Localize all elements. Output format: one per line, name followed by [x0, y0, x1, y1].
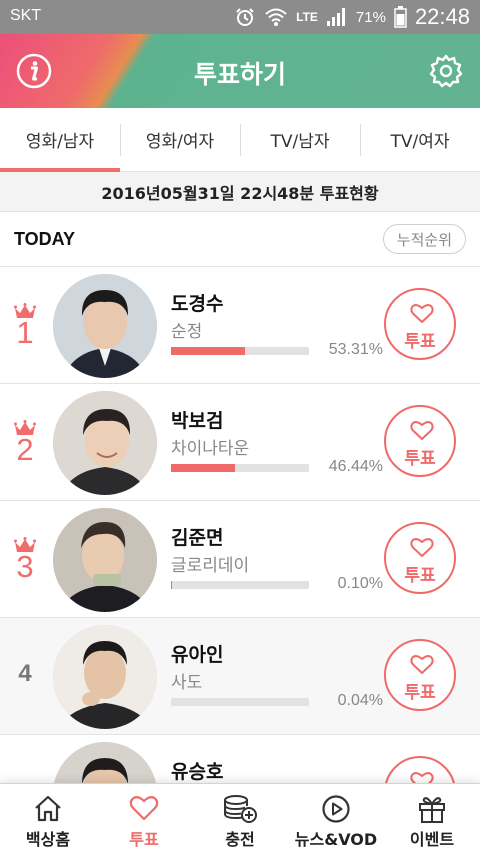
nav-vote[interactable]: 투표 [96, 784, 192, 853]
battery-percent: 71% [355, 8, 386, 26]
vote-share-fill [171, 464, 236, 472]
nav-event-label: 이벤트 [409, 830, 455, 849]
vote-percent: 46.44% [328, 458, 383, 475]
nominee-name: 유승호 [171, 761, 224, 783]
vote-button[interactable]: 투표 [384, 405, 456, 477]
battery-icon [394, 6, 407, 28]
heart-icon [129, 796, 159, 821]
nominee-name: 김준면 [171, 527, 224, 549]
lte-label: LTE [296, 10, 318, 24]
tab-tv-female[interactable]: TV/여자 [360, 108, 480, 171]
nav-vote-label: 투표 [129, 830, 159, 849]
coins-plus-icon [224, 795, 257, 823]
vote-percent: 53.31% [328, 341, 383, 358]
status-bar: SKT LTE 71% 22:48 [0, 0, 480, 34]
vote-button-label: 투표 [404, 449, 436, 469]
rank-number: 4 [18, 660, 32, 687]
vote-button-label: 투표 [404, 566, 436, 586]
ranking-row: 1 도경수 순정 53.31% 투표 [0, 267, 480, 384]
cumulative-ranking-button[interactable]: 누적순위 [382, 224, 466, 254]
page-title: 투표하기 [193, 60, 286, 89]
nav-charge[interactable]: 충전 [192, 784, 288, 853]
vote-share-bar [171, 581, 309, 589]
clock: 22:48 [414, 4, 470, 29]
app-header: 투표하기 [0, 34, 480, 108]
nav-news-vod[interactable]: 뉴스&VOD [288, 784, 384, 853]
home-icon [35, 795, 61, 822]
nav-charge-label: 충전 [225, 830, 255, 849]
status-icons: LTE 71% 22:48 [234, 4, 470, 30]
category-tabs: 영화/남자 영화/여자 TV/남자 TV/여자 [0, 108, 480, 172]
vote-share-bar [171, 347, 309, 355]
vote-button-label: 투표 [404, 683, 436, 703]
heart-icon [410, 655, 434, 674]
nominee-name: 박보검 [171, 410, 224, 432]
heart-icon [410, 538, 434, 557]
ranking-row: 3 김준면 글로리데이 0.10% 투표 [0, 501, 480, 618]
vote-percent: 0.10% [337, 575, 383, 592]
tab-movie-male[interactable]: 영화/남자 [0, 108, 120, 172]
nav-news-vod-label: 뉴스&VOD [294, 830, 378, 849]
ranking-list: 1 도경수 순정 53.31% 투표 2 박보검 차이나타운 46.44% 투표… [0, 267, 480, 852]
vote-share-bar [171, 464, 309, 472]
nominee-work: 차이나타운 [171, 439, 250, 459]
heart-icon [410, 304, 434, 323]
gear-icon [429, 54, 463, 88]
vote-button[interactable]: 투표 [384, 639, 456, 711]
rank-number: 2 [16, 432, 34, 467]
nominee-work: 순정 [171, 322, 203, 342]
vote-button-label: 투표 [404, 332, 436, 352]
avatar[interactable] [53, 508, 157, 612]
bottom-navigation: 백상홈 투표 충전 뉴스&VOD 이벤트 [0, 783, 480, 853]
avatar[interactable] [53, 391, 157, 495]
ranking-row: 4 유아인 사도 0.04% 투표 [0, 618, 480, 735]
settings-button[interactable] [428, 53, 464, 89]
avatar[interactable] [53, 274, 157, 378]
nav-home[interactable]: 백상홈 [0, 784, 96, 853]
gift-icon [419, 797, 445, 823]
vote-button[interactable]: 투표 [384, 288, 456, 360]
nominee-work: 사도 [171, 673, 203, 693]
vote-button[interactable]: 투표 [384, 522, 456, 594]
nominee-name: 도경수 [171, 293, 224, 315]
vote-share-fill [171, 347, 245, 355]
nav-event[interactable]: 이벤트 [384, 784, 480, 853]
nav-home-label: 백상홈 [25, 830, 71, 849]
vote-share-bar [171, 698, 309, 706]
nominee-name: 유아인 [171, 644, 224, 666]
signal-icon [326, 7, 348, 27]
today-header: TODAY 누적순위 [0, 212, 480, 267]
wifi-icon [264, 7, 288, 27]
carrier-label: SKT [10, 7, 42, 24]
today-label: TODAY [14, 229, 76, 249]
alarm-icon [234, 6, 256, 28]
rank-number: 1 [16, 315, 34, 350]
ranking-row: 2 박보검 차이나타운 46.44% 투표 [0, 384, 480, 501]
nominee-work: 글로리데이 [171, 556, 250, 576]
vote-status-line: 2016년05월31일 22시48분 투표현황 [0, 172, 480, 212]
rank-number: 3 [16, 549, 34, 584]
vote-percent: 0.04% [337, 692, 383, 709]
tab-tv-male[interactable]: TV/남자 [240, 108, 360, 171]
avatar[interactable] [53, 625, 157, 729]
tab-movie-female[interactable]: 영화/여자 [120, 108, 240, 171]
play-circle-icon [322, 795, 350, 823]
heart-icon [410, 421, 434, 440]
